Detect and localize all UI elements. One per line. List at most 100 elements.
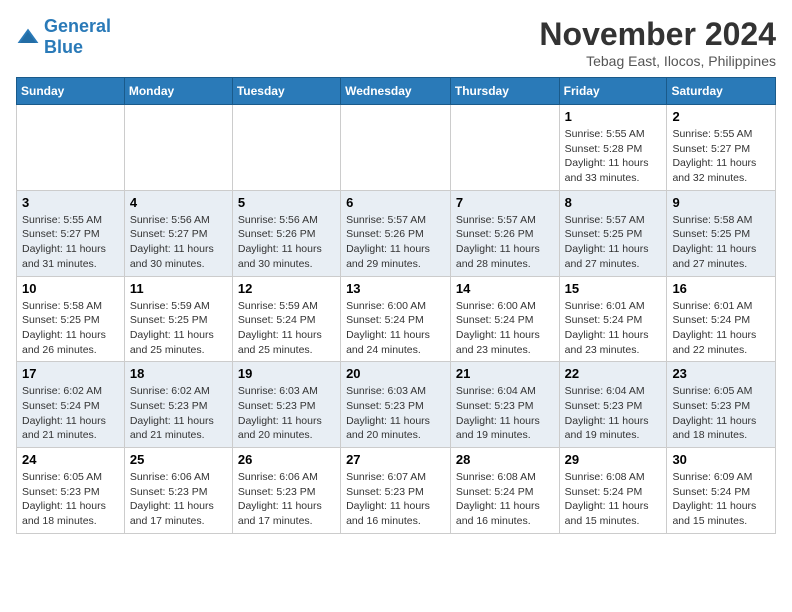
calendar-cell: 8Sunrise: 5:57 AM Sunset: 5:25 PM Daylig…: [559, 190, 667, 276]
header-day-friday: Friday: [559, 78, 667, 105]
calendar-cell: 5 Sunrise: 5:56 AM Sunset: 5:26 PM Daylig…: [232, 190, 340, 276]
cell-content: Sunrise: 6:08 AM Sunset: 5:24 PM Dayligh…: [565, 470, 662, 529]
calendar-cell: 2 Sunrise: 5:55 AM Sunset: 5:27 PM Daylig…: [667, 105, 776, 191]
calendar-cell: 12Sunrise: 5:59 AM Sunset: 5:24 PM Dayli…: [232, 276, 340, 362]
cell-content: Sunrise: 6:02 AM Sunset: 5:24 PM Dayligh…: [22, 384, 119, 443]
calendar-cell: 11 Sunrise: 5:59 AM Sunset: 5:25 PM Dayli…: [124, 276, 232, 362]
day-number: 11: [130, 281, 227, 296]
day-number: 8: [565, 195, 662, 210]
day-number: 26: [238, 452, 335, 467]
cell-content: Sunrise: 6:05 AM Sunset: 5:23 PM Dayligh…: [672, 384, 770, 443]
cell-content: Sunrise: 6:01 AM Sunset: 5:24 PM Dayligh…: [565, 299, 662, 358]
day-number: 12: [238, 281, 335, 296]
day-number: 22: [565, 366, 662, 381]
cell-content: Sunrise: 5:55 AM Sunset: 5:27 PM Dayligh…: [22, 213, 119, 272]
day-number: 15: [565, 281, 662, 296]
header-day-wednesday: Wednesday: [341, 78, 451, 105]
cell-content: Sunrise: 6:00 AM Sunset: 5:24 PM Dayligh…: [456, 299, 554, 358]
day-number: 29: [565, 452, 662, 467]
header-day-monday: Monday: [124, 78, 232, 105]
day-number: 25: [130, 452, 227, 467]
cell-content: Sunrise: 6:09 AM Sunset: 5:24 PM Dayligh…: [672, 470, 770, 529]
calendar-cell: 10 Sunrise: 5:58 AM Sunset: 5:25 PM Dayli…: [17, 276, 125, 362]
calendar-cell: 29 Sunrise: 6:08 AM Sunset: 5:24 PM Dayli…: [559, 448, 667, 534]
calendar-week-row: 3 Sunrise: 5:55 AM Sunset: 5:27 PM Daylig…: [17, 190, 776, 276]
location: Tebag East, Ilocos, Philippines: [539, 53, 776, 69]
calendar-table: SundayMondayTuesdayWednesdayThursdayFrid…: [16, 77, 776, 534]
cell-content: Sunrise: 6:02 AM Sunset: 5:23 PM Dayligh…: [130, 384, 227, 443]
calendar-cell: 30 Sunrise: 6:09 AM Sunset: 5:24 PM Dayli…: [667, 448, 776, 534]
header: GeneralBlue November 2024 Tebag East, Il…: [16, 16, 776, 69]
cell-content: Sunrise: 6:03 AM Sunset: 5:23 PM Dayligh…: [238, 384, 335, 443]
header-day-saturday: Saturday: [667, 78, 776, 105]
calendar-cell: 9 Sunrise: 5:58 AM Sunset: 5:25 PM Daylig…: [667, 190, 776, 276]
calendar-header-row: SundayMondayTuesdayWednesdayThursdayFrid…: [17, 78, 776, 105]
calendar-cell: 23 Sunrise: 6:05 AM Sunset: 5:23 PM Dayli…: [667, 362, 776, 448]
cell-content: Sunrise: 5:56 AM Sunset: 5:26 PM Dayligh…: [238, 213, 335, 272]
day-number: 28: [456, 452, 554, 467]
calendar-cell: 19 Sunrise: 6:03 AM Sunset: 5:23 PM Dayli…: [232, 362, 340, 448]
logo-icon: [16, 27, 40, 47]
calendar-cell: 20Sunrise: 6:03 AM Sunset: 5:23 PM Dayli…: [341, 362, 451, 448]
header-day-sunday: Sunday: [17, 78, 125, 105]
day-number: 4: [130, 195, 227, 210]
cell-content: Sunrise: 6:06 AM Sunset: 5:23 PM Dayligh…: [238, 470, 335, 529]
day-number: 18: [130, 366, 227, 381]
day-number: 19: [238, 366, 335, 381]
cell-content: Sunrise: 6:03 AM Sunset: 5:23 PM Dayligh…: [346, 384, 445, 443]
calendar-week-row: 17 Sunrise: 6:02 AM Sunset: 5:24 PM Dayli…: [17, 362, 776, 448]
calendar-cell: 26 Sunrise: 6:06 AM Sunset: 5:23 PM Dayli…: [232, 448, 340, 534]
calendar-cell: 28 Sunrise: 6:08 AM Sunset: 5:24 PM Dayli…: [450, 448, 559, 534]
cell-content: Sunrise: 5:55 AM Sunset: 5:28 PM Dayligh…: [565, 127, 662, 186]
day-number: 5: [238, 195, 335, 210]
calendar-cell: [17, 105, 125, 191]
calendar-cell: 22 Sunrise: 6:04 AM Sunset: 5:23 PM Dayli…: [559, 362, 667, 448]
cell-content: Sunrise: 6:01 AM Sunset: 5:24 PM Dayligh…: [672, 299, 770, 358]
cell-content: Sunrise: 6:04 AM Sunset: 5:23 PM Dayligh…: [565, 384, 662, 443]
title-block: November 2024 Tebag East, Ilocos, Philip…: [539, 16, 776, 69]
calendar-cell: 1 Sunrise: 5:55 AM Sunset: 5:28 PM Daylig…: [559, 105, 667, 191]
day-number: 2: [672, 109, 770, 124]
calendar-cell: 17 Sunrise: 6:02 AM Sunset: 5:24 PM Dayli…: [17, 362, 125, 448]
day-number: 3: [22, 195, 119, 210]
day-number: 16: [672, 281, 770, 296]
calendar-cell: [124, 105, 232, 191]
calendar-cell: 21 Sunrise: 6:04 AM Sunset: 5:23 PM Dayli…: [450, 362, 559, 448]
header-day-tuesday: Tuesday: [232, 78, 340, 105]
cell-content: Sunrise: 6:07 AM Sunset: 5:23 PM Dayligh…: [346, 470, 445, 529]
month-year: November 2024: [539, 16, 776, 53]
cell-content: Sunrise: 6:05 AM Sunset: 5:23 PM Dayligh…: [22, 470, 119, 529]
calendar-week-row: 24 Sunrise: 6:05 AM Sunset: 5:23 PM Dayli…: [17, 448, 776, 534]
calendar-cell: 13Sunrise: 6:00 AM Sunset: 5:24 PM Dayli…: [341, 276, 451, 362]
day-number: 10: [22, 281, 119, 296]
cell-content: Sunrise: 5:55 AM Sunset: 5:27 PM Dayligh…: [672, 127, 770, 186]
day-number: 6: [346, 195, 445, 210]
cell-content: Sunrise: 5:58 AM Sunset: 5:25 PM Dayligh…: [22, 299, 119, 358]
cell-content: Sunrise: 5:56 AM Sunset: 5:27 PM Dayligh…: [130, 213, 227, 272]
calendar-cell: 27Sunrise: 6:07 AM Sunset: 5:23 PM Dayli…: [341, 448, 451, 534]
calendar-week-row: 1 Sunrise: 5:55 AM Sunset: 5:28 PM Daylig…: [17, 105, 776, 191]
cell-content: Sunrise: 5:57 AM Sunset: 5:26 PM Dayligh…: [346, 213, 445, 272]
cell-content: Sunrise: 5:57 AM Sunset: 5:26 PM Dayligh…: [456, 213, 554, 272]
day-number: 23: [672, 366, 770, 381]
day-number: 21: [456, 366, 554, 381]
calendar-cell: [341, 105, 451, 191]
day-number: 9: [672, 195, 770, 210]
calendar-cell: 14Sunrise: 6:00 AM Sunset: 5:24 PM Dayli…: [450, 276, 559, 362]
day-number: 24: [22, 452, 119, 467]
calendar-cell: 16 Sunrise: 6:01 AM Sunset: 5:24 PM Dayli…: [667, 276, 776, 362]
calendar-week-row: 10 Sunrise: 5:58 AM Sunset: 5:25 PM Dayli…: [17, 276, 776, 362]
day-number: 30: [672, 452, 770, 467]
calendar-cell: [450, 105, 559, 191]
calendar-cell: [232, 105, 340, 191]
cell-content: Sunrise: 5:59 AM Sunset: 5:25 PM Dayligh…: [130, 299, 227, 358]
day-number: 1: [565, 109, 662, 124]
cell-content: Sunrise: 6:04 AM Sunset: 5:23 PM Dayligh…: [456, 384, 554, 443]
day-number: 17: [22, 366, 119, 381]
calendar-cell: 18 Sunrise: 6:02 AM Sunset: 5:23 PM Dayli…: [124, 362, 232, 448]
day-number: 13: [346, 281, 445, 296]
header-day-thursday: Thursday: [450, 78, 559, 105]
cell-content: Sunrise: 5:58 AM Sunset: 5:25 PM Dayligh…: [672, 213, 770, 272]
calendar-cell: 25Sunrise: 6:06 AM Sunset: 5:23 PM Dayli…: [124, 448, 232, 534]
cell-content: Sunrise: 6:08 AM Sunset: 5:24 PM Dayligh…: [456, 470, 554, 529]
